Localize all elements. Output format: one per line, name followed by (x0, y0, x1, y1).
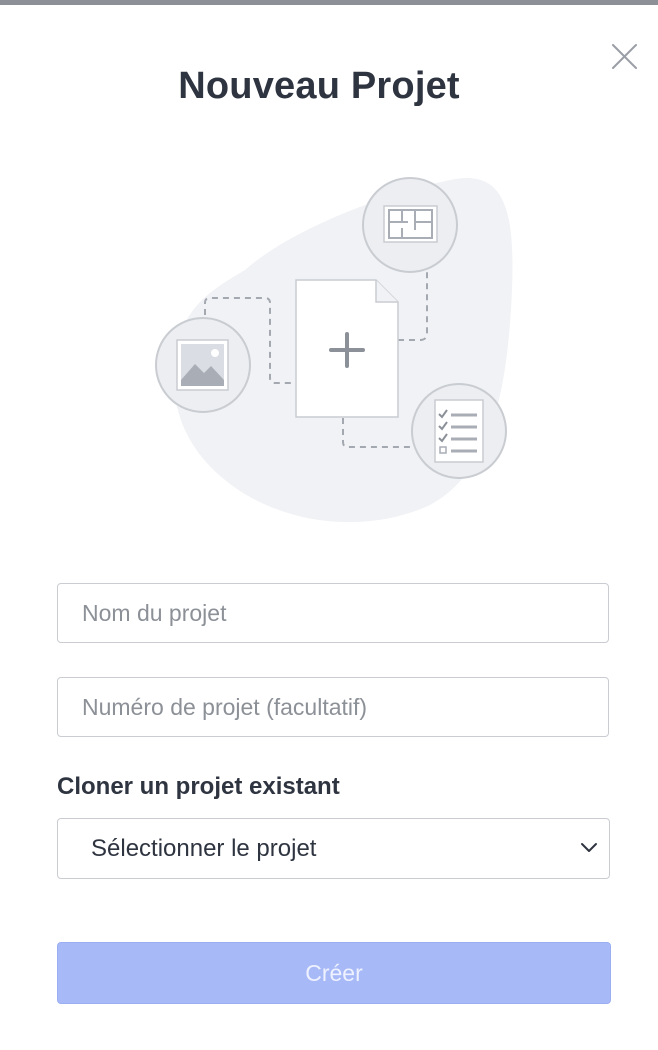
new-project-illustration (155, 177, 513, 523)
clone-project-selected-value: Sélectionner le projet (91, 835, 317, 862)
project-number-input[interactable] (57, 677, 609, 737)
checklist-icon (411, 383, 507, 479)
project-name-input[interactable] (57, 583, 609, 643)
image-icon (155, 317, 251, 413)
create-button[interactable]: Créer (57, 942, 611, 1004)
floor-plan-icon (362, 177, 458, 273)
modal-title: Nouveau Projet (178, 65, 460, 107)
new-project-modal: Nouveau Projet Nom du projet Numéro de p… (0, 5, 658, 1050)
clone-project-label: Cloner un projet existant (57, 773, 340, 800)
clone-project-select[interactable]: Sélectionner le projet (57, 818, 610, 879)
chevron-down-icon (581, 843, 597, 852)
